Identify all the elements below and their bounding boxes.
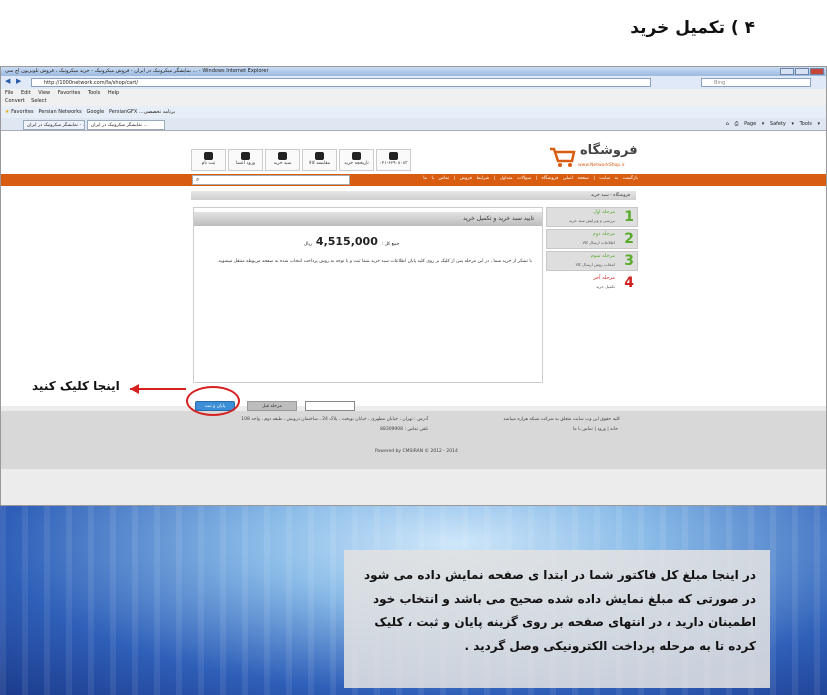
- page-heading: ۴ ) تکمیل خرید: [630, 18, 755, 38]
- menu-file[interactable]: File: [5, 90, 13, 96]
- compare-link[interactable]: مقایسه کالا: [302, 149, 337, 171]
- favorites-bar: ★ Favorites Persian Networks Google Pers…: [1, 106, 826, 118]
- previous-step-button[interactable]: مرحله قبل: [247, 401, 297, 411]
- tab-2[interactable]: نمایشگر میکرونیک در ایران ...: [87, 120, 165, 130]
- fav-persian-networks[interactable]: Persian Networks: [38, 109, 81, 115]
- compare-icon: [315, 152, 324, 160]
- breadcrumb: فروشگاه - سبد خرید: [191, 191, 636, 200]
- site-footer: کلیه حقوق این وب سایت متعلق به شرکت شبکه…: [1, 411, 826, 469]
- instruction-line-1: در اینجا مبلغ کل فاکتور شما در ابتدا ی ص…: [363, 568, 756, 582]
- command-bar: ⌂ ⎙ Page ▾ Safety ▾ Tools ▾: [726, 118, 820, 131]
- cart-icon: [278, 152, 287, 160]
- footer-powered: Powered by CMSIRAN © 2012 - 2014: [375, 449, 458, 454]
- print-icon[interactable]: ⎙: [734, 121, 738, 127]
- highlight-circle: [186, 386, 240, 416]
- safety-menu[interactable]: Safety ▾: [770, 121, 794, 127]
- confirm-message: با تشکر از خرید شما ، در این مرحله پس از…: [217, 259, 532, 264]
- instruction-banner: در اینجا مبلغ کل فاکتور شما در ابتدا ی ص…: [0, 506, 827, 695]
- convert-button[interactable]: Convert: [5, 98, 25, 104]
- lock-icon: [241, 152, 250, 160]
- menu-edit[interactable]: Edit: [21, 90, 31, 96]
- tab-1[interactable]: نمایشگر میکرونیک در ایران - ...: [23, 120, 85, 130]
- logo-text: فروشگاه: [580, 143, 638, 158]
- address-field[interactable]: http://1000network.com/fa/shop/cart/: [31, 78, 651, 87]
- header-icons: ثبت نام ورود اعضا سبد خرید مقایسه کالا ت…: [191, 149, 411, 171]
- browser-title: نمایشگر میکرونیک در ایران - فروش میکرونی…: [5, 68, 269, 74]
- maximize-button[interactable]: [795, 68, 809, 75]
- history-link[interactable]: تاریخچه خرید: [339, 149, 374, 171]
- tools-menu[interactable]: Tools ▾: [800, 121, 820, 127]
- arrow-head: [130, 384, 139, 394]
- browser-title-bar: نمایشگر میکرونیک در ایران - فروش میکرونی…: [1, 67, 826, 76]
- click-here-label: اینجا کلیک کنید: [32, 379, 120, 393]
- menu-tools[interactable]: Tools: [88, 90, 100, 96]
- favorites-button[interactable]: Favorites: [11, 109, 34, 115]
- discount-code-input[interactable]: [305, 401, 355, 411]
- instruction-line-4: کرده تا به مرحله پرداخت الکترونیکی وصل گ…: [464, 638, 756, 653]
- fav-program[interactable]: ...برنامه تخصصی: [139, 109, 175, 115]
- footer-copyright: کلیه حقوق این وب سایت متعلق به شرکت شبکه…: [503, 417, 620, 422]
- page-viewport: ثبت نام ورود اعضا سبد خرید مقایسه کالا ت…: [1, 131, 826, 505]
- search-field[interactable]: Bing: [701, 78, 811, 87]
- login-link[interactable]: ورود اعضا: [228, 149, 263, 171]
- panel-title: تایید سبد خرید و تکمیل خرید: [194, 212, 542, 226]
- step-3: 3 مرحله سوم انتخاب روش ارسال کالا: [546, 251, 638, 271]
- cart-link[interactable]: سبد خرید: [265, 149, 300, 171]
- checkout-steps: 1 مرحله اول بررسی و ویرایش سبد خرید 2 مر…: [546, 207, 638, 295]
- total-label: جمع کل :: [381, 242, 400, 247]
- total-unit: ریال: [304, 242, 313, 247]
- minimize-button[interactable]: [780, 68, 794, 75]
- instruction-line-3: اطمینان دارید ، در انتهای صفحه بر روی گز…: [374, 615, 756, 629]
- main-nav: ⌕ بازگشت به سایت | صفحه اصلی فروشگاه | س…: [1, 174, 826, 186]
- users-icon: [204, 152, 213, 160]
- select-button[interactable]: Select: [31, 98, 46, 104]
- menu-favorites[interactable]: Favorites: [58, 90, 81, 96]
- menu-view[interactable]: View: [38, 90, 50, 96]
- step-4: 4 مرحله آخر تکمیل خرید: [593, 275, 634, 291]
- close-button[interactable]: [810, 68, 824, 75]
- footer-links[interactable]: خانه | ورود | تماس با ما: [573, 427, 618, 432]
- footer-phone: تلفن تماس : 88309908: [380, 427, 428, 432]
- cart-confirm-panel: تایید سبد خرید و تکمیل خرید جمع کل : 4,5…: [193, 207, 543, 383]
- total-value: 4,515,000: [315, 235, 378, 248]
- phone-icon: [389, 152, 398, 160]
- footer-address: آدرس : تهران ، خیابان مطهری ، خیابان نوب…: [241, 417, 428, 422]
- menu-help[interactable]: Help: [108, 90, 119, 96]
- fav-google[interactable]: Google: [87, 109, 105, 115]
- menu-bar: File Edit View Favorites Tools Help: [1, 89, 826, 97]
- register-link[interactable]: ثبت نام: [191, 149, 226, 171]
- fav-persiangfx[interactable]: PersianGFX: [109, 109, 137, 115]
- window-controls: [780, 68, 824, 75]
- instruction-line-2: در صورتی که مبلغ نمایش داده شده صحیح می …: [372, 591, 756, 606]
- site-search[interactable]: ⌕: [192, 175, 350, 185]
- history-icon: [352, 152, 361, 160]
- page-menu[interactable]: Page ▾: [744, 121, 764, 127]
- total-amount: جمع کل : 4,515,000 ریال: [304, 235, 399, 248]
- nav-links[interactable]: بازگشت به سایت | صفحه اصلی فروشگاه | سوا…: [423, 176, 638, 181]
- basket-icon: [550, 147, 576, 167]
- home-icon[interactable]: ⌂: [726, 121, 729, 127]
- logo-url: www.NetworkShop.ir: [578, 163, 625, 168]
- shop-logo[interactable]: فروشگاه www.NetworkShop.ir: [548, 143, 663, 173]
- search-icon: ⌕: [196, 176, 200, 183]
- convert-toolbar: Convert Select: [1, 97, 826, 106]
- instruction-box: در اینجا مبلغ کل فاکتور شما در ابتدا ی ص…: [344, 550, 770, 688]
- browser-window: نمایشگر میکرونیک در ایران - فروش میکرونی…: [0, 66, 827, 506]
- address-toolbar: ◀ ▶ http://1000network.com/fa/shop/cart/…: [1, 76, 826, 89]
- back-icon[interactable]: ◀: [5, 77, 10, 85]
- forward-icon[interactable]: ▶: [16, 77, 21, 85]
- tab-bar: نمایشگر میکرونیک در ایران - ... نمایشگر …: [1, 118, 826, 131]
- star-icon: ★: [5, 109, 10, 115]
- phone-link[interactable]: ۰۲۱-۶۶۹۰۸۰۸۳: [376, 149, 411, 171]
- shop-page: ثبت نام ورود اعضا سبد خرید مقایسه کالا ت…: [1, 131, 826, 411]
- step-1: 1 مرحله اول بررسی و ویرایش سبد خرید: [546, 207, 638, 227]
- step-2: 2 مرحله دوم اطلاعات ارسال کالا: [546, 229, 638, 249]
